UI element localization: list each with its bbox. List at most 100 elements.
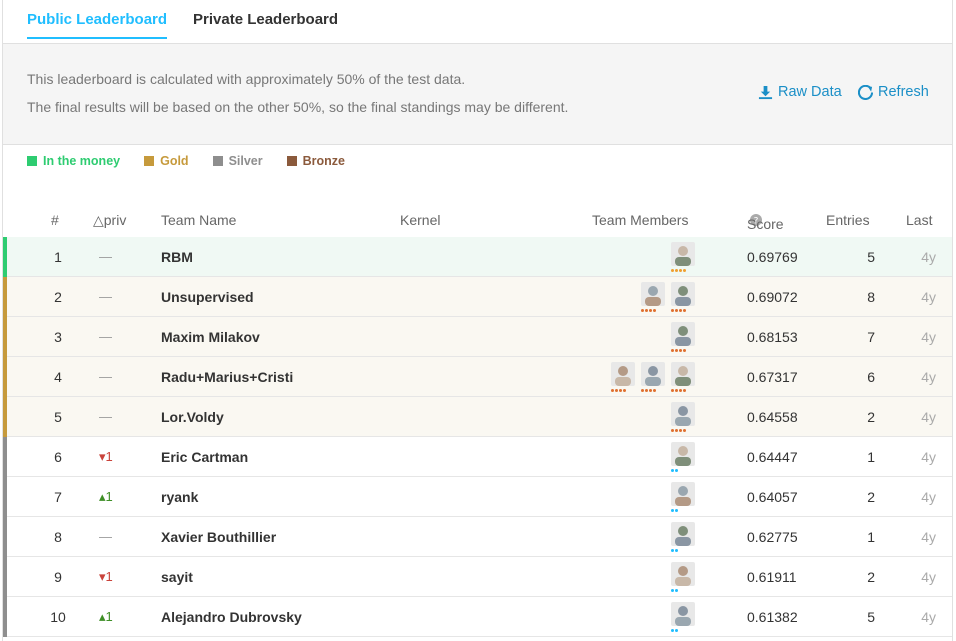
tier-indicator [3, 357, 7, 397]
tab-public-leaderboard[interactable]: Public Leaderboard [27, 11, 168, 39]
row-last-submission: 4y [921, 609, 936, 625]
row-score: 0.69072 [747, 289, 798, 305]
row-delta: ▴1 [99, 489, 113, 504]
col-delta[interactable]: △priv [93, 212, 126, 229]
row-last-submission: 4y [921, 329, 936, 345]
refresh-button[interactable]: Refresh [858, 84, 929, 100]
row-delta: — [99, 249, 112, 264]
download-icon [758, 85, 773, 99]
team-member-avatar[interactable] [671, 442, 695, 466]
team-member-avatar[interactable] [671, 402, 695, 426]
legend-gold: Gold [144, 154, 189, 168]
table-row[interactable]: 7 ▴1 ryank 0.64057 2 4y [3, 477, 952, 517]
team-member-avatar[interactable] [641, 362, 665, 386]
tier-indicator [3, 317, 7, 357]
raw-data-label: Raw Data [778, 84, 842, 100]
team-member-avatar[interactable] [671, 282, 695, 306]
tier-indicator [3, 277, 7, 317]
row-rank: 2 [54, 289, 62, 305]
member-tier-dots [671, 389, 686, 392]
team-member-avatar[interactable] [671, 602, 695, 626]
row-last-submission: 4y [921, 529, 936, 545]
table-row[interactable]: 5 — Lor.Voldy 0.64558 2 4y [3, 397, 952, 437]
row-team-name[interactable]: Xavier Bouthillier [161, 529, 276, 545]
col-score[interactable]: Score ? [747, 212, 784, 232]
table-row[interactable]: 10 ▴1 Alejandro Dubrovsky 0.61382 5 4y [3, 597, 952, 637]
table-row[interactable]: 4 — Radu+Marius+Cristi 0.67317 6 4y [3, 357, 952, 397]
row-team-name[interactable]: Alejandro Dubrovsky [161, 609, 302, 625]
row-score: 0.61382 [747, 609, 798, 625]
row-team-name[interactable]: RBM [161, 249, 193, 265]
row-delta: — [99, 409, 112, 424]
row-team-name[interactable]: Eric Cartman [161, 449, 248, 465]
col-score-label: Score [747, 216, 784, 232]
row-rank: 8 [54, 529, 62, 545]
row-last-submission: 4y [921, 569, 936, 585]
team-member-avatar[interactable] [611, 362, 635, 386]
col-team-name[interactable]: Team Name [161, 212, 236, 228]
leaderboard-notice: This leaderboard is calculated with appr… [3, 44, 952, 145]
legend-label: Bronze [302, 154, 345, 168]
col-entries[interactable]: Entries [826, 212, 870, 228]
col-team-members[interactable]: Team Members [592, 212, 688, 228]
legend-label: Silver [228, 154, 263, 168]
row-delta: ▾1 [99, 569, 113, 584]
row-entries: 5 [867, 249, 875, 265]
col-kernel[interactable]: Kernel [400, 212, 440, 228]
row-score: 0.68153 [747, 329, 798, 345]
row-last-submission: 4y [921, 489, 936, 505]
tier-legend: In the money Gold Silver Bronze [27, 154, 345, 168]
row-score: 0.64057 [747, 489, 798, 505]
tier-indicator [3, 517, 7, 557]
team-member-avatar[interactable] [671, 522, 695, 546]
row-entries: 6 [867, 369, 875, 385]
row-team-name[interactable]: Lor.Voldy [161, 409, 224, 425]
row-last-submission: 4y [921, 449, 936, 465]
row-last-submission: 4y [921, 369, 936, 385]
row-entries: 1 [867, 529, 875, 545]
tab-private-leaderboard[interactable]: Private Leaderboard [193, 11, 338, 28]
tier-indicator [3, 557, 7, 597]
legend-label: Gold [160, 154, 189, 168]
member-tier-dots [671, 549, 678, 552]
team-member-avatar[interactable] [671, 562, 695, 586]
team-member-avatar[interactable] [671, 242, 695, 266]
tier-indicator [3, 477, 7, 517]
leaderboard-tabs: Public Leaderboard Private Leaderboard [3, 0, 952, 44]
table-row[interactable]: 3 — Maxim Milakov 0.68153 7 4y [3, 317, 952, 357]
row-delta: ▴1 [99, 609, 113, 624]
tier-indicator [3, 397, 7, 437]
table-row[interactable]: 1 — RBM 0.69769 5 4y [3, 237, 952, 277]
team-member-avatar[interactable] [671, 362, 695, 386]
row-score: 0.64447 [747, 449, 798, 465]
row-team-name[interactable]: Maxim Milakov [161, 329, 260, 345]
legend-bronze: Bronze [286, 154, 345, 168]
row-rank: 1 [54, 249, 62, 265]
row-team-name[interactable]: ryank [161, 489, 198, 505]
member-tier-dots [671, 269, 686, 272]
member-tier-dots [671, 429, 686, 432]
row-rank: 6 [54, 449, 62, 465]
member-tier-dots [641, 309, 656, 312]
col-rank[interactable]: # [51, 212, 59, 228]
refresh-label: Refresh [878, 84, 929, 100]
row-entries: 2 [867, 409, 875, 425]
table-row[interactable]: 6 ▾1 Eric Cartman 0.64447 1 4y [3, 437, 952, 477]
row-last-submission: 4y [921, 249, 936, 265]
row-rank: 10 [50, 609, 66, 625]
row-team-name[interactable]: Unsupervised [161, 289, 254, 305]
notice-line-1: This leaderboard is calculated with appr… [27, 71, 466, 87]
team-member-avatar[interactable] [671, 482, 695, 506]
team-member-avatar[interactable] [671, 322, 695, 346]
team-member-avatar[interactable] [641, 282, 665, 306]
table-row[interactable]: 2 — Unsupervised 0.69072 8 4y [3, 277, 952, 317]
table-row[interactable]: 8 — Xavier Bouthillier 0.62775 1 4y [3, 517, 952, 557]
refresh-icon [858, 84, 873, 100]
row-team-name[interactable]: sayit [161, 569, 193, 585]
col-last[interactable]: Last [906, 212, 932, 228]
row-team-name[interactable]: Radu+Marius+Cristi [161, 369, 293, 385]
table-row[interactable]: 9 ▾1 sayit 0.61911 2 4y [3, 557, 952, 597]
leaderboard-panel: Public Leaderboard Private Leaderboard T… [2, 0, 953, 641]
row-entries: 5 [867, 609, 875, 625]
raw-data-button[interactable]: Raw Data [758, 84, 842, 100]
